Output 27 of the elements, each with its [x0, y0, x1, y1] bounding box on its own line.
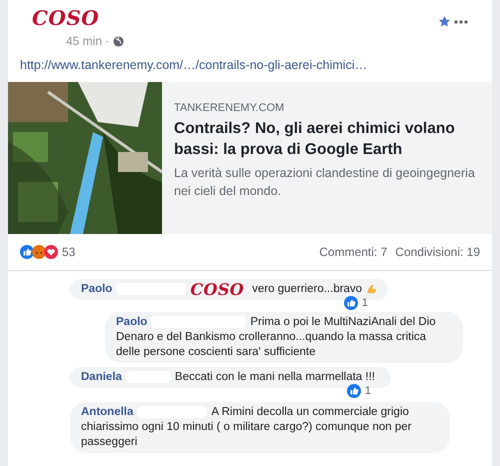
- like-count: 1: [362, 296, 368, 309]
- comment-author[interactable]: Antonella: [81, 406, 134, 418]
- logo-text: COSO: [190, 282, 244, 297]
- logo-text: COSO: [32, 5, 100, 32]
- comment-author[interactable]: Paolo: [81, 282, 112, 297]
- article-description: La verità sulle operazioni clandestine di geoingegneria nei cieli del mondo.: [174, 165, 476, 200]
- share-count[interactable]: Condivisioni: 19: [395, 242, 480, 261]
- globe-icon: [113, 36, 124, 46]
- more-icon[interactable]: [454, 20, 468, 24]
- like-icon: [346, 384, 361, 398]
- comment-text: Daniela Beccati con le mani nella marmellata !!!: [81, 370, 376, 385]
- comment-text: vero guerriero...bravo: [252, 282, 362, 297]
- comment-count[interactable]: Commenti: 7: [319, 242, 388, 261]
- link-preview[interactable]: TANKERENEMY.COM Contrails? No, gli aerei chimici volano bassi: la prova di Google Earth La verità sulle operazioni clandestine di geoingegneria nei cieli del mondo.: [8, 82, 492, 234]
- article-title[interactable]: Contrails? No, gli aerei chimici volano bassi: la prova di Google Earth: [174, 118, 476, 160]
- reaction-count[interactable]: 53: [62, 242, 76, 261]
- comment-author[interactable]: Daniela: [81, 370, 122, 383]
- like-icon: [20, 244, 34, 259]
- angry-face-icon: [32, 244, 46, 259]
- like-icon: [344, 296, 358, 310]
- comment-text: Paolo Prima o poi le MultiNaziAnali del Dio Denaro e del Bankismo crolleranno...quando la massa critica delle persone coscienti sara' sufficiente: [116, 314, 437, 360]
- comment-text: Antonella A Rimini decolla un commerciale grigio chiarissimo ogni 10 minuti ( o militare cargo?) comunque non per passeggeri: [81, 404, 412, 450]
- like-count: 1: [364, 384, 371, 397]
- comment-author[interactable]: Paolo: [116, 316, 148, 328]
- article-link[interactable]: http://www.tankerenemy.com/…/contrails-no-gli-aerei-chimici…: [20, 58, 368, 72]
- star-icon[interactable]: [439, 16, 450, 27]
- site-name: TANKERENEMY.COM: [174, 100, 286, 116]
